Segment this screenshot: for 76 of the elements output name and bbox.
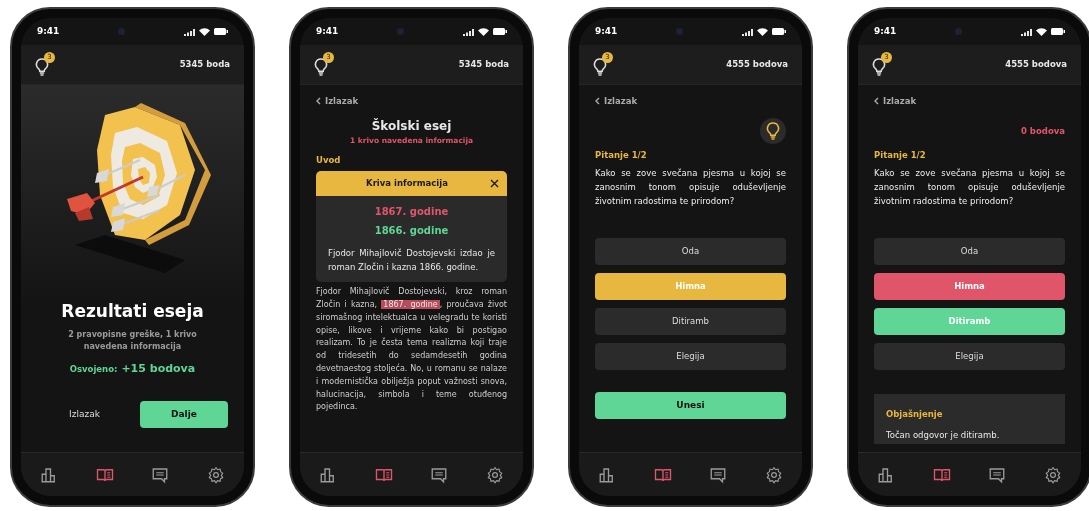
popup-explanation: Fjodor Mihajlovič Dostojevski izdao je roman Zločin i kazna 1866. godine.	[327, 247, 496, 275]
question-number: Pitanje 1/2	[874, 149, 927, 162]
camera-dot	[118, 28, 126, 35]
exit-button[interactable]: Izlazak	[37, 406, 132, 423]
popup-title: Kriva informacija	[365, 177, 449, 190]
close-icon[interactable]	[490, 179, 499, 189]
answer-option[interactable]: Oda	[595, 237, 786, 265]
results-title: Rezultati eseja	[61, 300, 204, 323]
back-link[interactable]: Izlazak	[595, 95, 638, 108]
wifi-icon	[1036, 27, 1047, 36]
back-link[interactable]: Izlazak	[316, 95, 359, 108]
points-total: 5345 boda	[458, 58, 509, 71]
chat-bubble-icon[interactable]	[709, 465, 728, 484]
settings-icon[interactable]	[1044, 465, 1063, 484]
status-time: 9:41	[595, 24, 618, 38]
question-text: Kako se zove svečana pjesma u kojoj se zanosnim tonom opisuje oduševljenje životnim radostima te prirodom?	[595, 166, 786, 208]
lightbulb-icon	[766, 122, 780, 141]
battery-icon	[772, 28, 786, 35]
signal-icon	[742, 27, 753, 36]
question-number: Pitanje 1/2	[595, 149, 648, 162]
bar-chart-icon[interactable]	[876, 465, 895, 484]
camera-dot	[676, 28, 684, 35]
battery-icon	[493, 28, 507, 35]
settings-icon[interactable]	[486, 465, 505, 484]
question-text: Kako se zove svečana pjesma u kojoj se zanosnim tonom opisuje oduševljenje životnim radostima te prirodom?	[874, 166, 1065, 208]
next-button[interactable]: Dalje	[140, 401, 228, 428]
explanation-title: Objašnjenje	[886, 407, 944, 421]
bar-chart-icon[interactable]	[318, 465, 337, 484]
back-link[interactable]: Izlazak	[874, 95, 917, 108]
results-summary: 2 pravopisne greške, 1 krivo navedena informacija	[67, 328, 198, 353]
lightbulb-icon	[872, 57, 886, 76]
score-text: 0 bodova	[1021, 124, 1065, 138]
answer-option[interactable]: Oda	[874, 237, 1065, 265]
camera-dot	[955, 28, 963, 35]
wifi-icon	[757, 27, 768, 36]
bar-chart-icon[interactable]	[597, 465, 616, 484]
answer-option[interactable]: Elegija	[595, 342, 786, 370]
answer-option[interactable]: Elegija	[874, 342, 1065, 370]
section-heading: Uvod	[316, 154, 342, 168]
battery-icon	[214, 28, 228, 35]
lightbulb-icon	[314, 57, 328, 76]
lightbulb-icon	[35, 57, 49, 76]
wrong-value: 1867. godine	[373, 205, 450, 220]
lightbulb-icon	[593, 57, 607, 76]
bar-chart-icon[interactable]	[39, 465, 58, 484]
status-time: 9:41	[316, 24, 339, 38]
answer-option[interactable]: Himna	[874, 272, 1065, 300]
submit-button[interactable]: Unesi	[595, 391, 786, 419]
points-total: 4555 bodova	[726, 58, 788, 71]
correct-value: 1866. godine	[373, 224, 450, 239]
answer-option[interactable]: Ditiramb	[595, 307, 786, 335]
chat-bubble-icon[interactable]	[988, 465, 1007, 484]
essay-paragraph: Fjodor Mihajlovič Dostojevski, kroz roman Zločin i kazna, 1867. godine , proučava život siromašnog intelektualca u velegradu te koristi opise, likove i vrijeme kako bi postigao realizam. To je česta tema realizma koji traje od tridesetih do sedamdesetih godina devetnaestog stoljeća. No, u romanu se nalaze i modernistička obilježja poput važnosti snova, halucinacija, simbola i teme otuđenog pojedinca.	[316, 286, 507, 414]
earned-points: +15 bodova	[121, 360, 196, 377]
hint-button[interactable]	[760, 118, 786, 145]
status-time: 9:41	[874, 24, 897, 38]
wifi-icon	[199, 27, 210, 36]
earned-label: Osvojeno:	[69, 362, 118, 376]
settings-icon[interactable]	[765, 465, 784, 484]
chat-bubble-icon[interactable]	[430, 465, 449, 484]
camera-dot	[397, 28, 405, 35]
chat-bubble-icon[interactable]	[151, 465, 170, 484]
chevron-left-icon	[874, 97, 879, 106]
signal-icon	[463, 27, 474, 36]
points-total: 5345 boda	[179, 58, 230, 71]
essay-title: Školski esej	[370, 117, 453, 136]
wifi-icon	[478, 27, 489, 36]
signal-icon	[1021, 27, 1032, 36]
battery-icon	[1051, 28, 1065, 35]
points-total: 4555 bodova	[1005, 58, 1067, 71]
status-time: 9:41	[37, 24, 60, 38]
signal-icon	[184, 27, 195, 36]
explanation-text: Točan odgovor je ditiramb.	[886, 428, 1001, 442]
chevron-left-icon	[595, 97, 600, 106]
chevron-left-icon	[316, 97, 321, 106]
settings-icon[interactable]	[207, 465, 226, 484]
